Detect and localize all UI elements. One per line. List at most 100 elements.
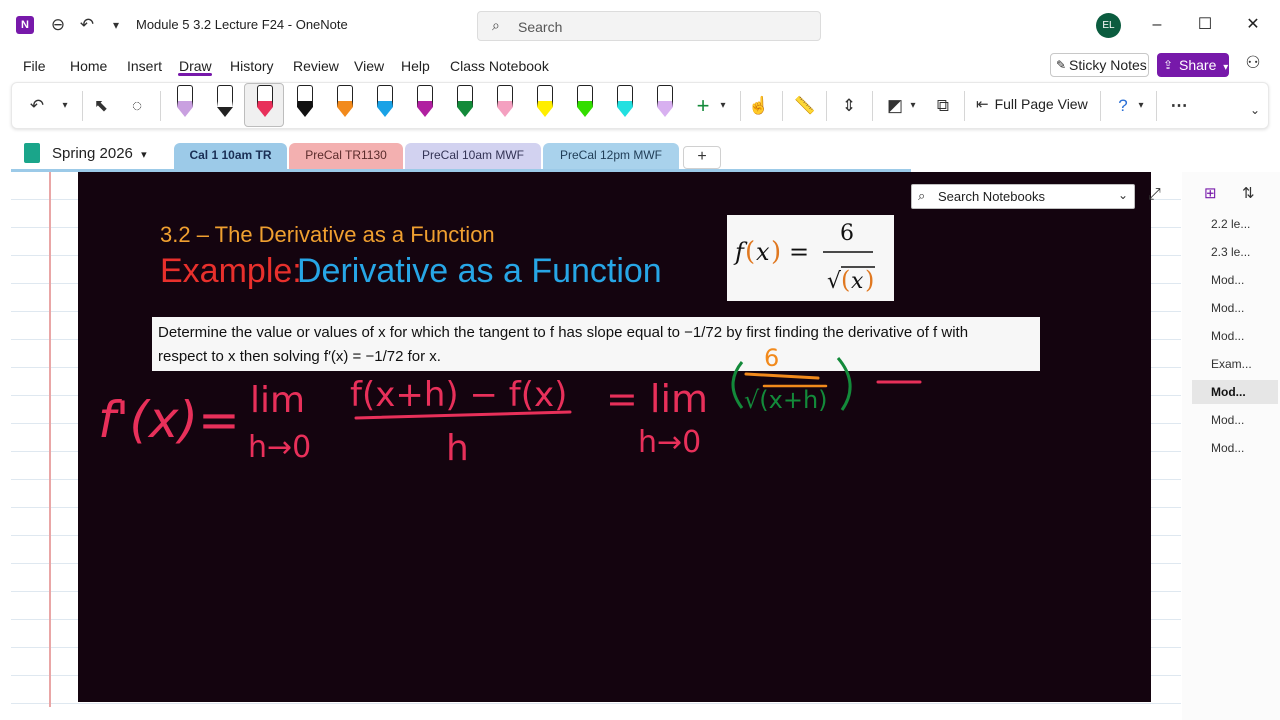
search-icon: ⌕ bbox=[918, 188, 926, 203]
full-page-icon: ⇤ bbox=[976, 96, 989, 113]
pen-body bbox=[337, 85, 353, 107]
avatar[interactable]: EL bbox=[1096, 13, 1121, 38]
search-notebooks-dropdown[interactable]: ⌕ Search Notebooks ⌄ bbox=[911, 184, 1135, 209]
menu-file[interactable]: File bbox=[23, 58, 46, 74]
ruler-icon[interactable]: 📏 bbox=[792, 93, 818, 119]
lasso-select-icon[interactable]: ◌ bbox=[124, 93, 150, 119]
search-input[interactable]: ⌕ Search bbox=[477, 11, 821, 41]
window-title: Module 5 3.2 Lecture F24 - OneNote bbox=[136, 17, 348, 32]
menu-class-notebook[interactable]: Class Notebook bbox=[450, 58, 549, 74]
share-button[interactable]: ⇪ Share ▾ bbox=[1157, 53, 1229, 77]
page-item[interactable]: 2.3 le... bbox=[1192, 240, 1278, 264]
sticky-notes-label: Sticky Notes bbox=[1069, 57, 1147, 73]
pen-swatch[interactable] bbox=[332, 85, 358, 125]
ink-eq-lim-2: = lim bbox=[606, 377, 708, 421]
pen-body bbox=[497, 85, 513, 107]
close-button[interactable]: ✕ bbox=[1238, 12, 1268, 38]
page-item[interactable]: Mod... bbox=[1192, 408, 1278, 432]
pen-tip bbox=[337, 107, 353, 117]
sticky-notes-button[interactable]: ✎ Sticky Notes bbox=[1050, 53, 1149, 77]
pen-tip bbox=[537, 107, 553, 117]
pen-swatch[interactable] bbox=[172, 85, 198, 125]
pen-swatch[interactable] bbox=[492, 85, 518, 125]
tab-precal-10am-mwf[interactable]: PreCal 10am MWF bbox=[405, 143, 541, 169]
back-arrow-icon[interactable]: ⊖ bbox=[46, 13, 70, 37]
menu-history[interactable]: History bbox=[230, 58, 274, 74]
ink-h-to-0-1: h→0 bbox=[248, 430, 311, 465]
sort-pages-icon[interactable]: ⇅ bbox=[1242, 184, 1255, 202]
pen-body bbox=[417, 85, 433, 107]
search-placeholder: Search bbox=[518, 19, 563, 35]
ribbon-collapse-icon[interactable]: ⌄ bbox=[1242, 97, 1268, 123]
page-canvas[interactable]: 3.2 – The Derivative as a Function Examp… bbox=[11, 172, 1181, 707]
full-page-view-label: Full Page View bbox=[994, 96, 1088, 112]
maximize-button[interactable]: ☐ bbox=[1190, 12, 1220, 38]
menu-review[interactable]: Review bbox=[293, 58, 339, 74]
pen-tip bbox=[417, 107, 433, 117]
people-icon[interactable]: ⚇ bbox=[1241, 53, 1265, 77]
ribbon-divider bbox=[1100, 91, 1101, 121]
tab-cal1-10am-tr[interactable]: Cal 1 10am TR bbox=[174, 143, 287, 169]
add-section-button[interactable]: + bbox=[683, 146, 721, 169]
undo-icon[interactable]: ↶ bbox=[75, 13, 99, 37]
notebook-selector[interactable]: Spring 2026 ▾ bbox=[52, 145, 147, 162]
insert-space-icon[interactable]: ⇕ bbox=[836, 93, 862, 119]
minimize-button[interactable]: – bbox=[1142, 12, 1172, 38]
expand-icon[interactable]: ⤢ bbox=[1148, 186, 1161, 204]
customize-dropdown-icon[interactable]: ▾ bbox=[104, 13, 128, 37]
pen-body bbox=[457, 85, 473, 107]
pen-tip bbox=[577, 107, 593, 117]
page-item[interactable]: Exam... bbox=[1192, 352, 1278, 376]
page-item[interactable]: 2.2 le... bbox=[1192, 212, 1278, 236]
pen-body bbox=[297, 85, 313, 107]
tab-precal-tr1130[interactable]: PreCal TR1130 bbox=[289, 143, 403, 169]
page-item[interactable]: Mod... bbox=[1192, 436, 1278, 460]
pen-tip bbox=[217, 107, 233, 117]
pen-swatch[interactable] bbox=[652, 85, 678, 125]
menu-insert[interactable]: Insert bbox=[127, 58, 162, 74]
page-item[interactable]: Mod... bbox=[1192, 268, 1278, 292]
touch-draw-icon[interactable]: ☝ bbox=[746, 93, 772, 119]
pen-swatch[interactable] bbox=[612, 85, 638, 125]
undo-dropdown-icon[interactable]: ▾ bbox=[52, 93, 78, 119]
menu-view[interactable]: View bbox=[354, 58, 384, 74]
draw-ribbon: ↶ ▾ ⬉ ◌ + ▾ ☝ 📏 ⇕ ◩ ▾ ⧉ ⇤ Full Page View … bbox=[11, 82, 1269, 129]
undo-icon[interactable]: ↶ bbox=[24, 93, 50, 119]
notebook-name: Spring 2026 bbox=[52, 145, 133, 162]
page-item-active[interactable]: Mod... bbox=[1192, 380, 1278, 404]
select-cursor-icon[interactable]: ⬉ bbox=[88, 93, 114, 119]
ink-to-shape-icon[interactable]: ⧉ bbox=[930, 93, 956, 119]
shapes-dropdown-icon[interactable]: ▾ bbox=[900, 93, 926, 119]
full-page-view-button[interactable]: ⇤ Full Page View bbox=[976, 95, 1088, 113]
ink-six: 6 bbox=[764, 344, 779, 372]
ribbon-divider bbox=[964, 91, 965, 121]
pen-swatch[interactable] bbox=[572, 85, 598, 125]
page-item[interactable]: Mod... bbox=[1192, 296, 1278, 320]
sticky-note-icon: ✎ bbox=[1056, 58, 1067, 72]
pen-body bbox=[217, 85, 233, 107]
ink-f-prime: f'(x)= bbox=[98, 391, 240, 449]
pen-swatch[interactable] bbox=[252, 85, 278, 125]
notebook-icon[interactable] bbox=[24, 143, 40, 163]
help-dropdown-icon[interactable]: ▾ bbox=[1128, 93, 1154, 119]
add-pen-dropdown-icon[interactable]: ▾ bbox=[710, 93, 736, 119]
pen-swatch[interactable] bbox=[212, 85, 238, 125]
pen-swatch[interactable] bbox=[412, 85, 438, 125]
page-list: ⊞ ⇅ 2.2 le... 2.3 le... Mod... Mod... Mo… bbox=[1182, 172, 1280, 720]
pen-swatch[interactable] bbox=[372, 85, 398, 125]
pen-tip bbox=[497, 107, 513, 117]
pen-swatch[interactable] bbox=[532, 85, 558, 125]
pen-body bbox=[577, 85, 593, 107]
ribbon-divider bbox=[1156, 91, 1157, 121]
menu-home[interactable]: Home bbox=[70, 58, 107, 74]
menu-help[interactable]: Help bbox=[401, 58, 430, 74]
pen-body bbox=[537, 85, 553, 107]
pen-swatch[interactable] bbox=[292, 85, 318, 125]
pen-body bbox=[657, 85, 673, 107]
pen-swatch[interactable] bbox=[452, 85, 478, 125]
page-item[interactable]: Mod... bbox=[1192, 324, 1278, 348]
tab-precal-12pm-mwf[interactable]: PreCal 12pm MWF bbox=[543, 143, 679, 169]
more-options-icon[interactable]: ⋯ bbox=[1166, 93, 1192, 119]
add-page-icon[interactable]: ⊞ bbox=[1204, 184, 1217, 202]
menu-draw[interactable]: Draw bbox=[179, 58, 212, 74]
